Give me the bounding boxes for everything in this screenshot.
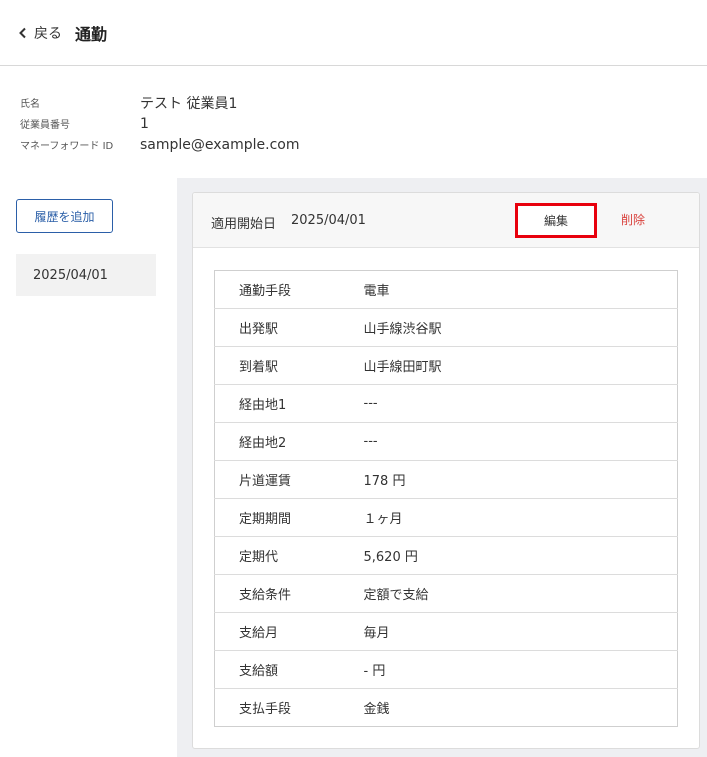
row-value: 毎月 [363,626,390,641]
row-label: 片道運賃 [239,474,292,489]
table-row: 定期期間 １ヶ月 [214,499,678,537]
employee-name-row: 氏名 テスト 従業員1 [20,92,300,113]
employee-info: 氏名 テスト 従業員1 従業員番号 1 マネーフォワード ID sample@e… [20,92,300,155]
row-value: --- [363,434,378,449]
add-history-button[interactable]: 履歴を追加 [16,199,113,233]
table-row: 通勤手段 電車 [214,271,678,309]
row-label: 定期代 [239,550,279,565]
row-label: 経由地2 [239,436,287,451]
employee-name-label: 氏名 [20,99,40,110]
chevron-left-icon [19,27,26,39]
back-label: 戻る [34,26,62,42]
row-value: 山手線渋谷駅 [363,322,442,337]
row-value: 電車 [363,284,390,299]
row-label: 経由地1 [239,398,287,413]
moneyforward-id-label: マネーフォワード ID [20,141,114,152]
history-item[interactable]: 2025/04/01 [16,254,156,296]
table-row: 支給額 - 円 [214,651,678,689]
page-header: 戻る 通勤 [0,0,707,66]
row-value: １ヶ月 [363,512,403,527]
table-row: 出発駅 山手線渋谷駅 [214,309,678,347]
employee-name-value: テスト 従業員1 [140,95,238,112]
back-link[interactable]: 戻る [18,23,62,43]
history-sidebar: 履歴を追加 2025/04/01 [16,199,156,296]
edit-button[interactable]: 編集 [515,203,597,238]
row-value: --- [363,396,378,411]
row-value: - 円 [363,664,386,679]
row-label: 到着駅 [239,360,279,375]
table-row: 支給月 毎月 [214,613,678,651]
start-date-label: 適用開始日 [211,217,277,232]
row-label: 支給月 [239,626,279,641]
row-value: 定額で支給 [363,588,429,603]
table-row: 支払手段 金銭 [215,689,678,727]
card-header: 適用開始日 2025/04/01 編集 削除 [193,193,699,248]
table-row: 定期代 5,620 円 [214,537,678,575]
start-date-value: 2025/04/01 [291,213,366,228]
row-label: 支給条件 [239,588,292,603]
employee-number-row: 従業員番号 1 [20,113,300,134]
row-label: 支払手段 [239,702,292,717]
table-row: 片道運賃 178 円 [214,461,678,499]
table-row: 経由地1 --- [214,385,678,423]
commute-detail-card: 適用開始日 2025/04/01 編集 削除 通勤手段 電車 出発駅 山手線渋谷駅 … [192,192,700,749]
commute-detail-table: 通勤手段 電車 出発駅 山手線渋谷駅 到着駅 山手線田町駅 経由地1 --- 経由地2 -… [214,270,678,727]
row-label: 定期期間 [239,512,292,527]
row-label: 出発駅 [239,322,279,337]
row-value: 金銭 [363,702,390,717]
row-value: 5,620 円 [363,550,418,565]
moneyforward-id-row: マネーフォワード ID sample@example.com [20,134,300,155]
table-row: 経由地2 --- [214,423,678,461]
row-label: 支給額 [239,664,279,679]
main-panel: 適用開始日 2025/04/01 編集 削除 通勤手段 電車 出発駅 山手線渋谷駅 … [177,178,707,757]
employee-number-value: 1 [140,115,149,132]
row-value: 山手線田町駅 [363,360,442,375]
delete-button[interactable]: 削除 [621,211,645,228]
page-title: 通勤 [75,25,108,44]
table-row: 支給条件 定額で支給 [214,575,678,613]
table-row: 到着駅 山手線田町駅 [214,347,678,385]
moneyforward-id-value: sample@example.com [140,136,300,153]
row-label: 通勤手段 [239,284,292,299]
employee-number-label: 従業員番号 [20,120,70,131]
row-value: 178 円 [363,474,406,489]
